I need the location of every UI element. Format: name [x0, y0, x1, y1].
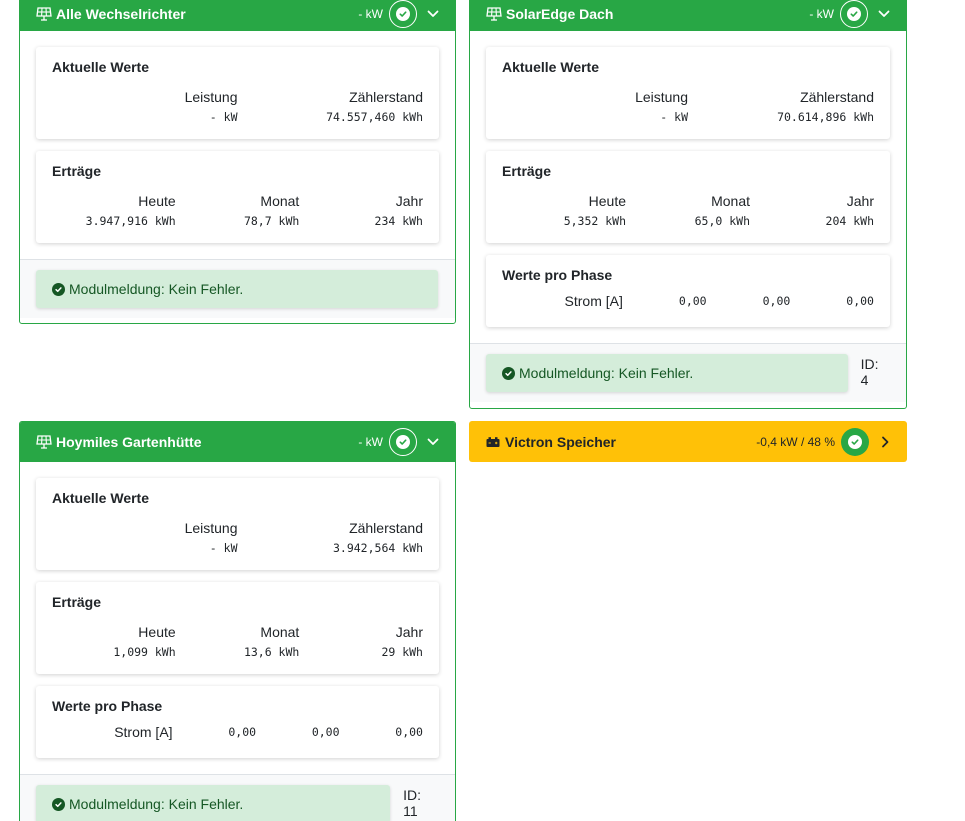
module-message-alert: Modulmeldung: Kein Fehler. [36, 785, 391, 821]
status-ok-icon [389, 428, 417, 456]
module-message: Modulmeldung: Kein Fehler. [69, 796, 244, 812]
monat-value: 78,7 kWh [243, 214, 300, 228]
check-circle-icon [52, 282, 65, 296]
solar-panel-icon [486, 6, 502, 22]
monat-label: Monat [260, 624, 300, 640]
leistung-label: Leistung [635, 89, 688, 105]
card-footer: Modulmeldung: Kein Fehler. ID: 4 [470, 343, 906, 402]
phase-values-panel: Werte pro Phase Strom [A] 0,00 0,00 0,00 [486, 255, 890, 327]
current-values-panel: Aktuelle Werte Leistung Zählerstand - kW… [36, 47, 439, 139]
heute-value: 5,352 kWh [563, 214, 626, 228]
module-message: Modulmeldung: Kein Fehler. [519, 365, 694, 381]
leistung-value: - kW [209, 110, 238, 124]
monat-label: Monat [260, 193, 300, 209]
zaehlerstand-label: Zählerstand [349, 89, 423, 105]
battery-card-victron[interactable]: Victron Speicher -0,4 kW / 48 % [469, 421, 907, 462]
solar-panel-icon [36, 6, 52, 22]
chevron-down-icon[interactable] [423, 432, 443, 452]
card-header[interactable]: SolarEdge Dach - kW [470, 0, 906, 31]
panel-title: Aktuelle Werte [502, 59, 599, 75]
yields-panel: Erträge Heute Monat Jahr 1,099 kWh 13,6 … [36, 582, 439, 674]
heute-label: Heute [138, 193, 176, 209]
jahr-label: Jahr [846, 193, 874, 209]
strom-label: Strom [A] [564, 293, 623, 309]
power-value: - kW [809, 7, 834, 21]
inverter-id: ID: 4 [860, 356, 879, 388]
panel-title: Erträge [52, 163, 102, 179]
status-ok-icon [840, 0, 868, 28]
leistung-value: - kW [209, 541, 238, 555]
solar-panel-icon [36, 434, 52, 450]
heute-value: 1,099 kWh [113, 645, 176, 659]
zaehlerstand-value: 70.614,896 kWh [777, 110, 874, 124]
zaehlerstand-label: Zählerstand [800, 89, 874, 105]
jahr-value: 29 kWh [381, 645, 423, 659]
check-circle-icon [502, 366, 515, 380]
inverter-card-all: Alle Wechselrichter - kW Aktuelle Werte … [19, 0, 456, 324]
status-ok-icon [389, 0, 417, 28]
heute-value: 3.947,916 kWh [85, 214, 176, 228]
check-circle-icon [52, 797, 65, 811]
monat-value: 13,6 kWh [243, 645, 300, 659]
monat-label: Monat [711, 193, 750, 209]
inverter-card-hoymiles: Hoymiles Gartenhütte - kW Aktuelle Werte… [19, 421, 456, 821]
heute-label: Heute [138, 624, 176, 640]
panel-title: Werte pro Phase [52, 698, 163, 714]
phase-2-value: 0,00 [762, 294, 791, 308]
panel-title: Aktuelle Werte [52, 59, 149, 75]
leistung-label: Leistung [184, 89, 238, 105]
phase-1-value: 0,00 [678, 294, 707, 308]
chevron-down-icon[interactable] [423, 4, 443, 24]
heute-label: Heute [588, 193, 626, 209]
card-title: Victron Speicher [505, 433, 617, 450]
panel-title: Werte pro Phase [502, 267, 613, 283]
current-values-panel: Aktuelle Werte Leistung Zählerstand - kW… [486, 47, 890, 139]
jahr-value: 234 kWh [374, 214, 423, 228]
zaehlerstand-label: Zählerstand [349, 520, 423, 536]
leistung-value: - kW [660, 110, 688, 124]
status-ok-icon [841, 427, 869, 456]
phase-3-value: 0,00 [846, 294, 874, 308]
power-value: - kW [358, 7, 383, 21]
panel-title: Erträge [502, 163, 552, 179]
yields-panel: Erträge Heute Monat Jahr 3.947,916 kWh 7… [36, 151, 439, 243]
zaehlerstand-value: 74.557,460 kWh [326, 110, 423, 124]
strom-label: Strom [A] [114, 724, 173, 740]
jahr-value: 204 kWh [825, 214, 874, 228]
yields-panel: Erträge Heute Monat Jahr 5,352 kWh 65,0 … [486, 151, 890, 243]
zaehlerstand-value: 3.942,564 kWh [332, 541, 423, 555]
battery-icon [485, 434, 501, 450]
phase-values-panel: Werte pro Phase Strom [A] 0,00 0,00 0,00 [36, 686, 439, 758]
monat-value: 65,0 kWh [694, 214, 750, 228]
inverter-id: ID: 11 [403, 787, 421, 819]
panel-title: Aktuelle Werte [52, 490, 149, 506]
card-footer: Modulmeldung: Kein Fehler. ID: 11 [20, 774, 455, 821]
power-value: - kW [358, 435, 383, 449]
current-values-panel: Aktuelle Werte Leistung Zählerstand - kW… [36, 478, 439, 570]
card-footer: Modulmeldung: Kein Fehler. [20, 259, 455, 318]
jahr-label: Jahr [395, 624, 423, 640]
battery-status: -0,4 kW / 48 % [756, 434, 835, 449]
module-message-alert: Modulmeldung: Kein Fehler. [36, 270, 438, 308]
phase-3-value: 0,00 [395, 725, 423, 739]
panel-title: Erträge [52, 594, 102, 610]
module-message: Modulmeldung: Kein Fehler. [69, 281, 244, 297]
chevron-right-icon[interactable] [875, 432, 895, 452]
module-message-alert: Modulmeldung: Kein Fehler. [486, 354, 848, 392]
card-title: SolarEdge Dach [506, 6, 614, 22]
phase-1-value: 0,00 [228, 725, 257, 739]
card-title: Alle Wechselrichter [56, 6, 186, 22]
leistung-label: Leistung [184, 520, 238, 536]
card-header[interactable]: Alle Wechselrichter - kW [20, 0, 455, 31]
chevron-down-icon[interactable] [874, 4, 894, 24]
card-header[interactable]: Hoymiles Gartenhütte - kW [20, 422, 455, 462]
inverter-card-solaredge: SolarEdge Dach - kW Aktuelle Werte Leist… [469, 0, 907, 409]
phase-2-value: 0,00 [311, 725, 340, 739]
jahr-label: Jahr [395, 193, 423, 209]
card-title: Hoymiles Gartenhütte [56, 434, 202, 450]
